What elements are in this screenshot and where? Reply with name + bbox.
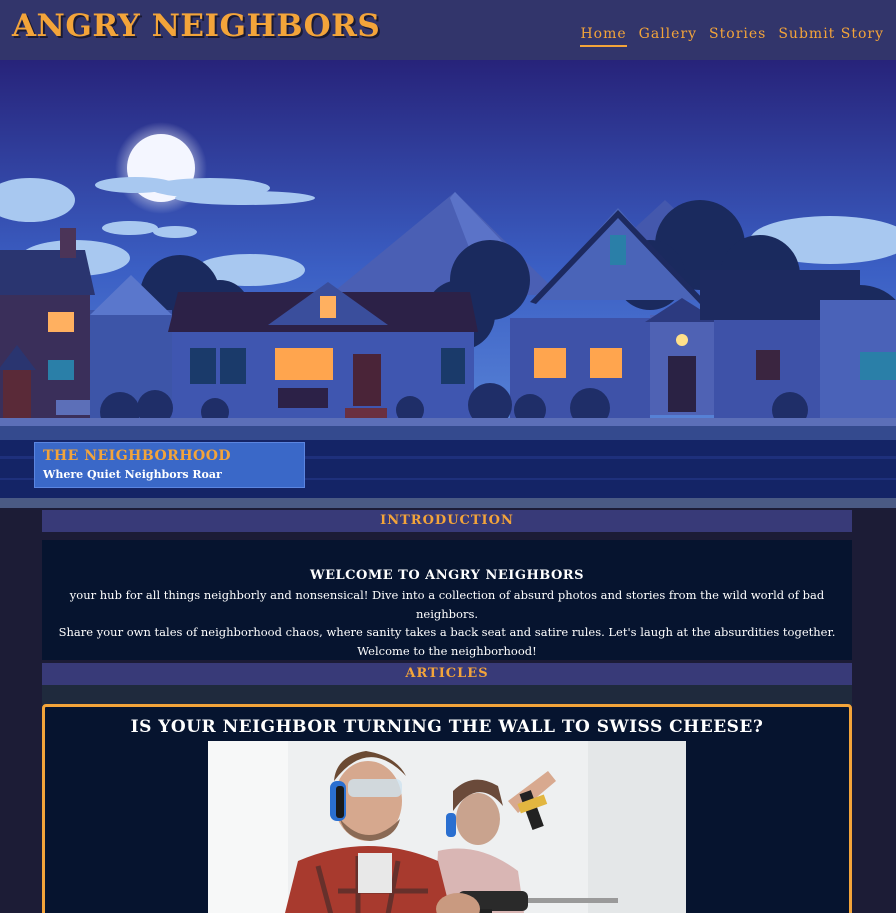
articles-section-header: ARTICLES (42, 663, 852, 685)
introduction-section-header: INTRODUCTION (42, 510, 852, 532)
site-logo[interactable]: ANGRY NEIGHBORS (12, 8, 380, 44)
intro-text: your hub for all things neighborly and n… (42, 586, 852, 660)
nav-home-link[interactable]: Home (580, 26, 627, 47)
intro-line: Welcome to the neighborhood! (357, 643, 537, 658)
hero-banner: THE NEIGHBORHOOD Where Quiet Neighbors R… (0, 60, 896, 508)
introduction-panel: WELCOME TO ANGRY NEIGHBORS your hub for … (42, 540, 852, 660)
hero-caption: THE NEIGHBORHOOD Where Quiet Neighbors R… (34, 442, 305, 488)
neighborhood-night-illustration (0, 60, 896, 508)
nav-submit-story-link[interactable]: Submit Story (778, 26, 884, 47)
main-nav: Home Gallery Stories Submit Story (580, 26, 884, 47)
article-card[interactable]: IS YOUR NEIGHBOR TURNING THE WALL TO SWI… (42, 704, 852, 913)
article-image[interactable] (208, 741, 686, 913)
hero-caption-subtitle: Where Quiet Neighbors Roar (43, 468, 222, 481)
intro-title: WELCOME TO ANGRY NEIGHBORS (310, 568, 584, 583)
article-title[interactable]: IS YOUR NEIGHBOR TURNING THE WALL TO SWI… (45, 717, 849, 737)
intro-line: your hub for all things neighborly and n… (69, 588, 825, 621)
hero-caption-title: THE NEIGHBORHOOD (43, 448, 232, 464)
articles-spacer (42, 685, 852, 705)
drilling-neighbors-photo (208, 741, 686, 913)
site-header: ANGRY NEIGHBORS Home Gallery Stories Sub… (0, 0, 896, 60)
nav-gallery-link[interactable]: Gallery (639, 26, 697, 47)
nav-stories-link[interactable]: Stories (709, 26, 766, 47)
intro-line: Share your own tales of neighborhood cha… (58, 625, 836, 639)
